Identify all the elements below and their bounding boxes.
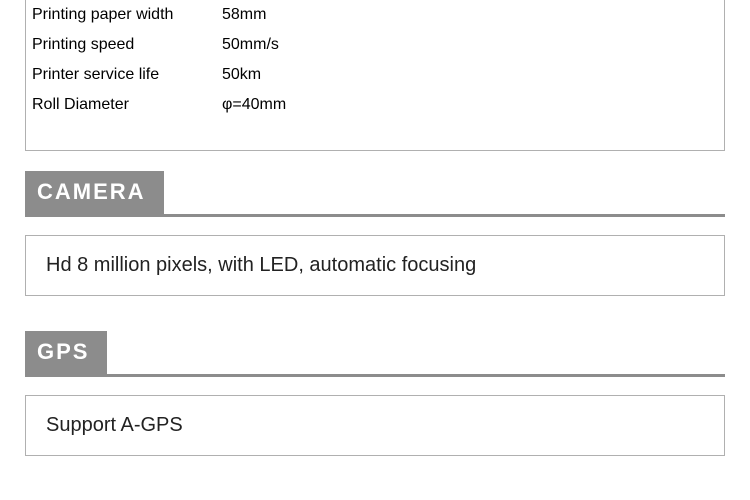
spec-value: 50km (216, 60, 724, 90)
camera-header-wrap: CAMERA (25, 171, 725, 217)
spec-value: 50mm/s (216, 30, 724, 60)
camera-content-box: Hd 8 million pixels, with LED, automatic… (25, 235, 725, 296)
spec-value: 58mm (216, 0, 724, 30)
spec-label: Printing paper width (26, 0, 216, 30)
table-row: Printing paper width 58mm (26, 0, 724, 30)
camera-content-text: Hd 8 million pixels, with LED, automatic… (46, 254, 704, 277)
table-row: Printer service life 50km (26, 60, 724, 90)
spec-label: Printer service life (26, 60, 216, 90)
spec-value: φ=40mm (216, 90, 724, 120)
table-row: Roll Diameter φ=40mm (26, 90, 724, 120)
camera-section-title: CAMERA (25, 171, 164, 214)
spec-label: Roll Diameter (26, 90, 216, 120)
gps-content-box: Support A-GPS (25, 395, 725, 456)
gps-header-wrap: GPS (25, 331, 725, 377)
gps-section-title: GPS (25, 331, 107, 374)
printing-spec-box: Printing paper width 58mm Printing speed… (25, 0, 725, 151)
printing-spec-table: Printing paper width 58mm Printing speed… (26, 0, 724, 120)
spec-label: Printing speed (26, 30, 216, 60)
table-row: Printing speed 50mm/s (26, 30, 724, 60)
gps-content-text: Support A-GPS (46, 414, 704, 437)
